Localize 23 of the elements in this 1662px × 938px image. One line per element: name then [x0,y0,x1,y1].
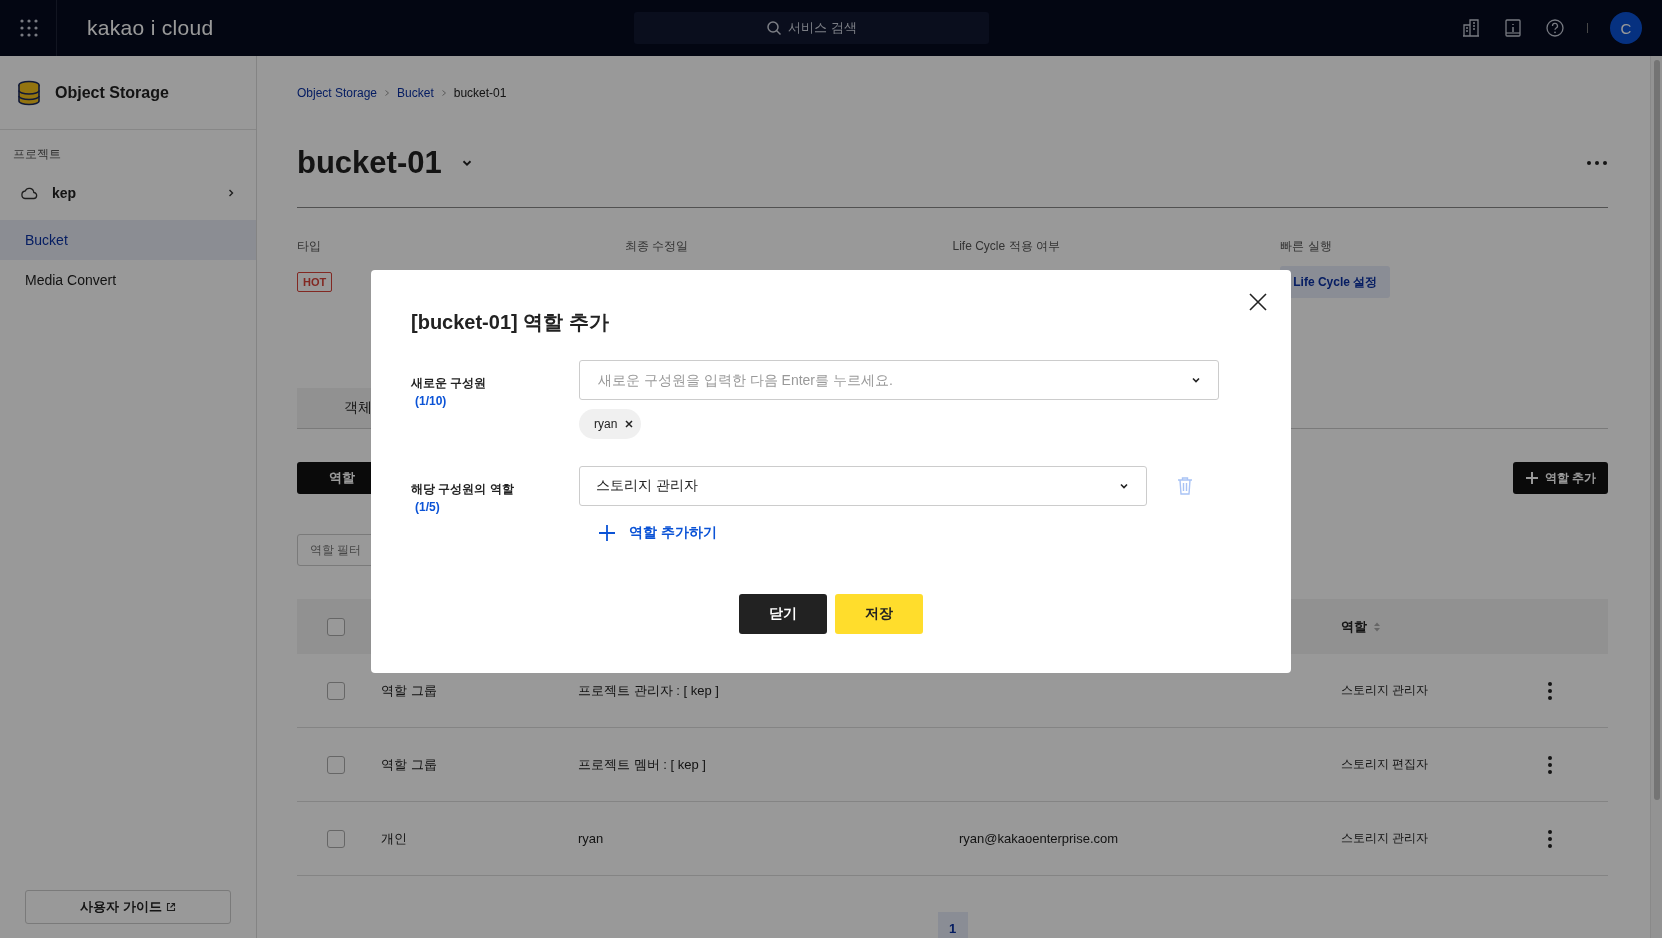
table-cell-text: 개인 [381,829,408,848]
info-label: 타입 [297,238,322,255]
table-cell-text: ryan [578,831,605,846]
info-label: Life Cycle 적용 여부 [952,238,1061,255]
info-label: 빠른 실행 [1280,238,1333,255]
table-cell-text: 역할 그룹 [381,681,438,700]
field-label: 해당 구성원의 역할 [411,481,515,498]
hot-badge: HOT [297,272,333,292]
table-cell-text: 프로젝트 관리자 : [ kep ] [578,681,720,700]
table-cell: ryan@kakaoenterprise.com [959,831,1119,846]
info-label: 최종 수정일 [624,238,690,255]
table-cell-text: 스토리지 관리자 [1341,830,1430,847]
table-cell-text: 역할 그룹 [381,755,438,774]
field-label: 새로운 구성원 [411,375,488,392]
section-label: 프로젝트 [13,146,62,163]
member-count: (1/10) [414,393,448,410]
service-title: Object Storage [55,83,169,102]
table-cell-text: 스토리지 관리자 [1341,682,1430,699]
dialog-title: [bucket-01] 역할 추가 [411,310,610,334]
table-cell-text: 프로젝트 멤버 : [ kep ] [578,755,707,774]
page-title: bucket-01 [297,145,442,181]
role-count: (1/5) [414,499,441,516]
table-cell-text: 스토리지 편집자 [1341,756,1430,773]
